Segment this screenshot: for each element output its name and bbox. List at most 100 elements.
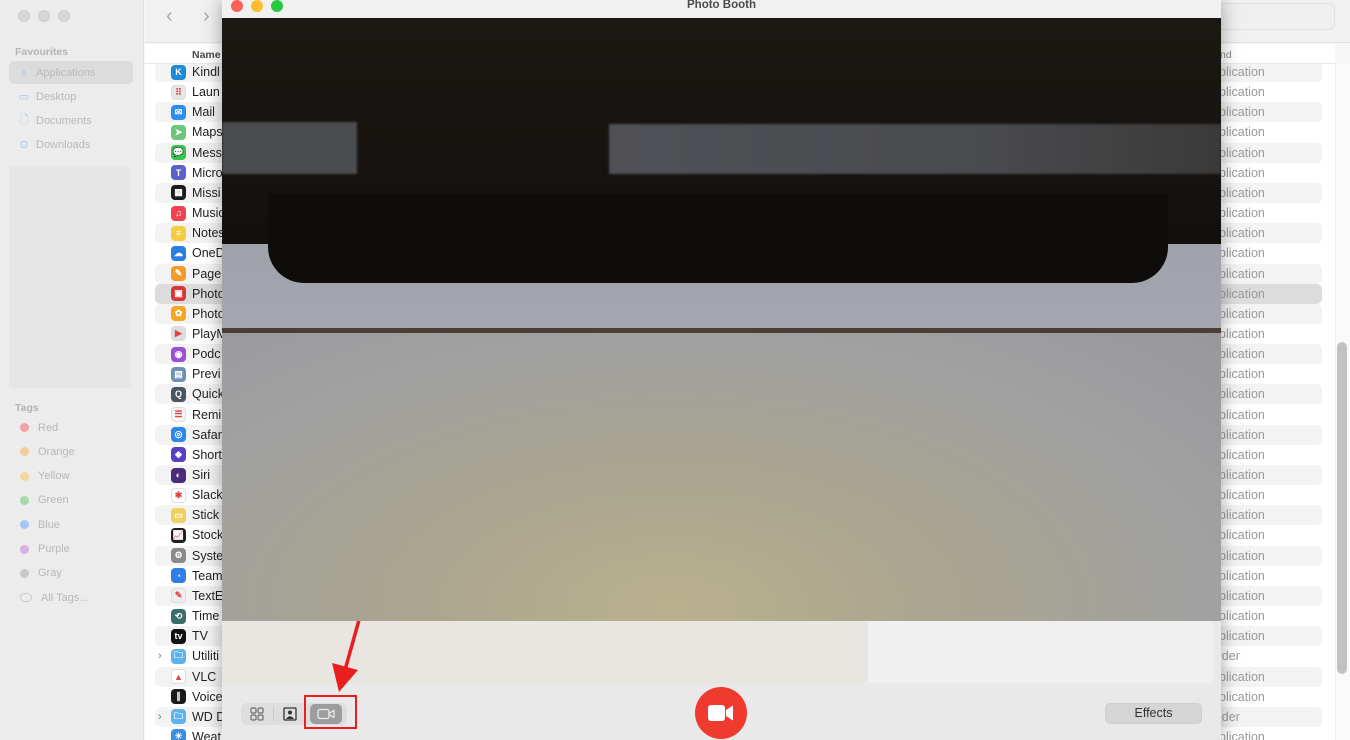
preview-shape	[609, 124, 1221, 174]
effects-button[interactable]: Effects	[1105, 703, 1202, 724]
item-kind: plication	[1219, 145, 1265, 160]
item-name: Team	[192, 568, 223, 583]
app-icon: ◉	[171, 346, 186, 362]
app-icon: ✎	[171, 588, 186, 604]
column-name[interactable]: Name	[192, 49, 221, 61]
tag-color-dot	[20, 520, 29, 530]
applications-icon: ⟑	[20, 66, 28, 78]
app-icon: ✎	[171, 266, 186, 281]
sidebar-shade	[9, 166, 131, 388]
minimize-button[interactable]	[38, 10, 50, 22]
tag-alltags[interactable]: All Tags...	[9, 586, 133, 609]
item-kind: plication	[1219, 447, 1265, 462]
item-kind: plication	[1219, 286, 1265, 301]
back-button[interactable]: ‹	[166, 5, 173, 28]
item-kind: plication	[1219, 508, 1265, 523]
item-kind: plication	[1219, 528, 1265, 543]
tag-green[interactable]: Green	[9, 489, 133, 512]
tags-heading: Tags	[15, 402, 39, 414]
forward-button[interactable]: ›	[203, 5, 210, 28]
zoom-button[interactable]	[58, 10, 70, 22]
app-icon: ◆	[171, 447, 186, 463]
tag-red[interactable]: Red	[9, 416, 133, 439]
sidebar-item-applications[interactable]: ⟑ Applications	[9, 61, 133, 84]
item-name: Music	[192, 206, 225, 221]
item-kind: plication	[1219, 387, 1265, 402]
preview-lower-region	[222, 333, 1221, 621]
item-name: TextE	[192, 588, 224, 603]
desktop-icon: ▭	[18, 91, 30, 103]
close-button[interactable]	[18, 10, 30, 22]
record-button[interactable]	[695, 687, 747, 739]
title-bar: Photo Booth	[222, 0, 1221, 18]
tag-label: Blue	[38, 518, 61, 531]
finder-traffic-lights	[18, 10, 70, 22]
app-icon: tv	[171, 628, 186, 644]
chevron-left-icon: ‹	[166, 5, 173, 27]
item-kind: plication	[1219, 468, 1265, 482]
app-icon: ✉	[171, 104, 186, 120]
item-kind: plication	[1219, 125, 1265, 140]
item-kind: plication	[1219, 548, 1265, 563]
chevron-right-icon: ›	[203, 5, 210, 27]
item-name: VLC	[192, 669, 217, 684]
tag-color-dot	[20, 447, 29, 457]
item-kind: plication	[1219, 185, 1265, 200]
item-kind: plication	[1219, 266, 1265, 281]
tag-label: All Tags...	[41, 591, 89, 604]
video-camera-icon	[708, 705, 733, 721]
column-kind[interactable]: nd	[1220, 49, 1232, 61]
app-icon: ⟲	[171, 608, 186, 624]
tag-yellow[interactable]: Yellow	[9, 465, 133, 488]
tag-label: Red	[38, 421, 59, 434]
tag-blue[interactable]: Blue	[9, 513, 133, 536]
sidebar-item-downloads[interactable]: ⊙ Downloads	[9, 133, 133, 156]
tag-gray[interactable]: Gray	[9, 562, 133, 585]
item-name: Podc	[192, 347, 221, 362]
item-name: Slack	[192, 488, 223, 503]
downloads-icon: ⊙	[19, 139, 29, 151]
grid-icon	[250, 707, 264, 721]
item-name: WD D	[192, 709, 226, 724]
app-icon: ∥	[171, 689, 186, 705]
app-icon: ✱	[171, 487, 186, 503]
sidebar-item-desktop[interactable]: ▭ Desktop	[9, 85, 133, 108]
app-icon: ▭	[171, 507, 186, 523]
item-name: Syste	[192, 548, 224, 563]
disclosure-chevron-icon[interactable]: ›	[158, 650, 162, 662]
tag-orange[interactable]: Orange	[9, 440, 133, 463]
tag-purple[interactable]: Purple	[9, 538, 133, 561]
app-icon: T	[171, 165, 186, 181]
app-icon: ▦	[171, 185, 186, 201]
single-photo-view-button[interactable]	[274, 704, 306, 724]
grid-view-button[interactable]	[241, 704, 273, 724]
scrollbar-thumb[interactable]	[1337, 342, 1347, 674]
item-name: Mess	[192, 145, 222, 160]
item-kind: plication	[1219, 407, 1265, 422]
document-icon: 🗋	[19, 114, 29, 126]
preview-shape	[222, 122, 357, 174]
item-kind: plication	[1219, 226, 1265, 241]
item-name: TV	[192, 629, 208, 644]
item-kind: plication	[1219, 629, 1265, 644]
sidebar-item-label: Desktop	[36, 90, 77, 103]
app-icon: K	[171, 64, 186, 80]
item-name: Maps	[192, 125, 223, 140]
item-name: Photo	[192, 286, 225, 301]
item-kind: plication	[1219, 488, 1265, 503]
item-name: Mail	[192, 105, 215, 120]
item-name: Safar	[192, 427, 222, 442]
disclosure-chevron-icon[interactable]: ›	[158, 711, 162, 723]
item-kind: plication	[1219, 367, 1265, 382]
item-kind: plication	[1219, 206, 1265, 221]
app-icon: ☀	[171, 729, 186, 740]
app-icon: ▣	[171, 286, 186, 302]
preview-shape	[268, 193, 1168, 283]
item-name: Photo	[192, 306, 225, 321]
sidebar-item-documents[interactable]: 🗋 Documents	[9, 109, 133, 132]
item-kind: plication	[1219, 347, 1265, 362]
app-icon: ✿	[171, 306, 186, 322]
app-icon: ☁	[171, 245, 186, 261]
item-kind: plication	[1219, 85, 1265, 100]
item-name: Stick	[192, 508, 220, 523]
